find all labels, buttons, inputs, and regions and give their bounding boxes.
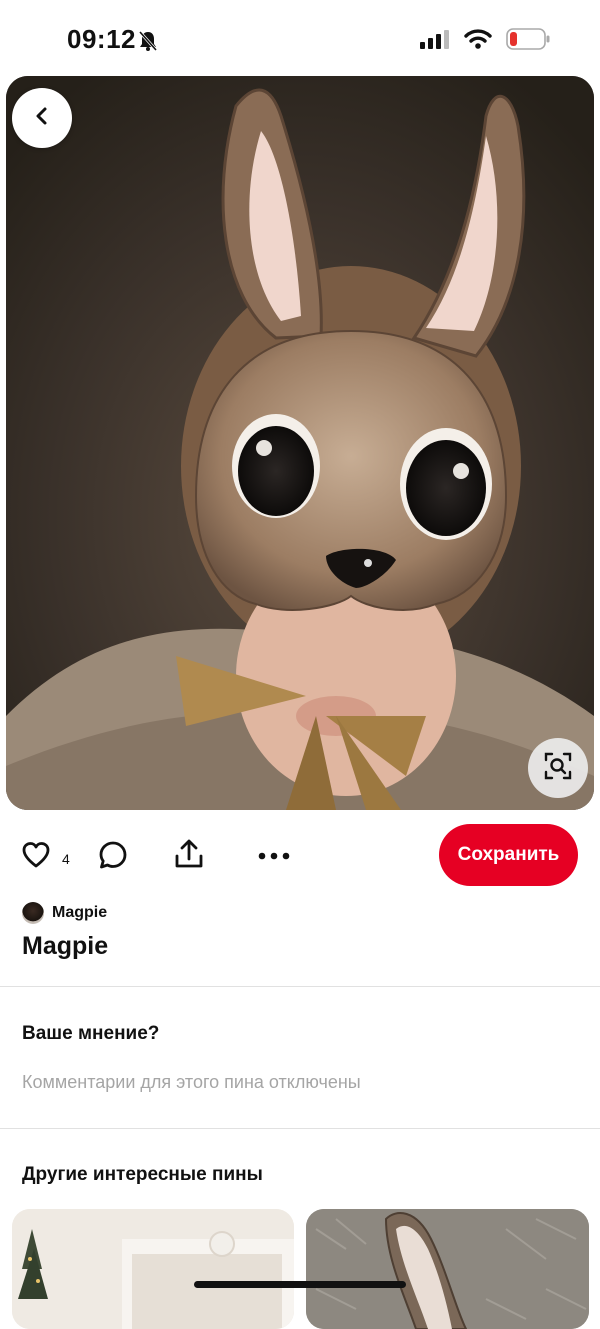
- divider: [0, 1128, 600, 1129]
- like-count: 4: [62, 850, 70, 867]
- share-icon: [174, 839, 204, 874]
- bell-slash-icon: [138, 30, 158, 57]
- comments-heading: Ваше мнение?: [22, 1023, 160, 1044]
- status-bar: 09:12: [0, 0, 600, 78]
- heart-icon: [22, 842, 50, 873]
- divider: [0, 986, 600, 987]
- comments-disabled-text: Комментарии для этого пина отключены: [22, 1072, 361, 1092]
- status-time: 09:12: [67, 24, 136, 54]
- avatar: [22, 902, 44, 924]
- author-name: Magpie: [52, 904, 108, 921]
- more-icon: [258, 848, 290, 865]
- share-button[interactable]: [174, 838, 204, 875]
- chevron-left-icon: [32, 106, 52, 131]
- related-pin-card[interactable]: [12, 1209, 294, 1329]
- comment-icon: [98, 841, 128, 874]
- author-link[interactable]: Magpie: [22, 902, 107, 924]
- pin-title: Magpie: [22, 932, 109, 960]
- cellular-signal-icon: [420, 29, 450, 54]
- back-button[interactable]: [12, 88, 72, 148]
- like-button[interactable]: 4: [22, 842, 70, 873]
- more-pins-heading: Другие интересные пины: [22, 1164, 263, 1185]
- related-pin-card[interactable]: [306, 1209, 589, 1329]
- wifi-icon: [464, 29, 492, 54]
- comment-button[interactable]: [98, 840, 128, 875]
- save-button[interactable]: Сохранить: [439, 824, 578, 886]
- pin-image[interactable]: [6, 76, 594, 810]
- battery-low-icon: [506, 28, 550, 55]
- visual-search-button[interactable]: [528, 738, 588, 798]
- action-bar: 4 Сохранить: [0, 822, 600, 888]
- visual-search-icon: [543, 751, 573, 786]
- more-button[interactable]: [258, 848, 290, 866]
- home-indicator: [194, 1281, 406, 1288]
